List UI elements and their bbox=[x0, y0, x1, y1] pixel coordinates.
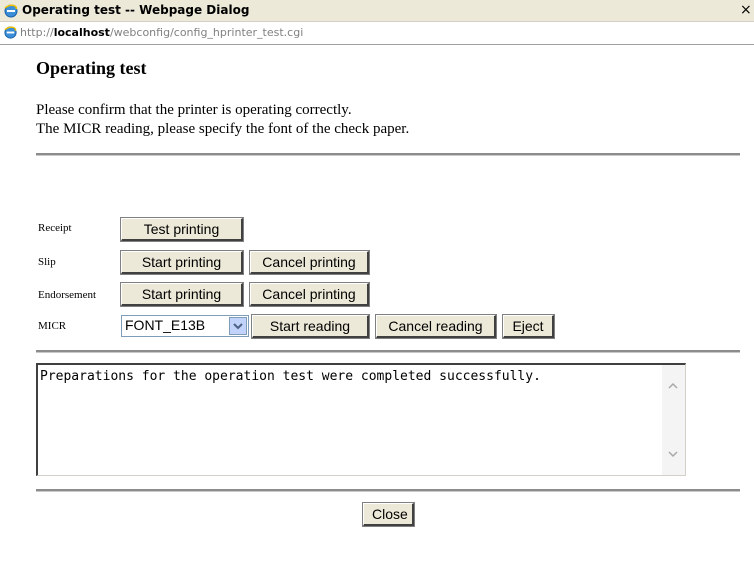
micr-start-reading-button[interactable]: Start reading bbox=[251, 314, 370, 339]
close-window-button[interactable]: × bbox=[740, 1, 754, 19]
ie-icon bbox=[4, 4, 18, 18]
window-titlebar: Operating test -- Webpage Dialog × bbox=[0, 0, 754, 22]
receipt-test-printing-button[interactable]: Test printing bbox=[120, 217, 244, 242]
chevron-down-icon[interactable] bbox=[666, 447, 680, 461]
micr-cancel-reading-button[interactable]: Cancel reading bbox=[375, 314, 497, 339]
endorsement-start-printing-button[interactable]: Start printing bbox=[120, 282, 244, 307]
endorsement-label: Endorsement bbox=[38, 289, 97, 301]
chevron-down-icon[interactable] bbox=[229, 317, 247, 335]
url-prefix: http:// bbox=[20, 26, 54, 39]
divider bbox=[36, 153, 740, 156]
micr-eject-button[interactable]: Eject bbox=[502, 314, 555, 339]
slip-start-printing-button[interactable]: Start printing bbox=[120, 250, 244, 275]
micr-font-value: FONT_E13B bbox=[125, 317, 206, 333]
address-url: http://localhost/webconfig/config_hprint… bbox=[20, 26, 303, 39]
address-bar: http://localhost/webconfig/config_hprint… bbox=[0, 22, 754, 45]
url-host: localhost bbox=[53, 26, 110, 39]
description-line-2: The MICR reading, please specify the fon… bbox=[36, 121, 410, 137]
close-button[interactable]: Close bbox=[362, 502, 415, 527]
divider bbox=[36, 489, 740, 492]
chevron-down-icon bbox=[233, 323, 243, 330]
description-line-1: Please confirm that the printer is opera… bbox=[36, 102, 352, 118]
result-textarea[interactable]: Preparations for the operation test were… bbox=[36, 363, 686, 476]
micr-font-select[interactable]: FONT_E13B bbox=[121, 315, 249, 337]
divider bbox=[36, 350, 740, 353]
endorsement-cancel-printing-button[interactable]: Cancel printing bbox=[249, 282, 370, 307]
slip-label: Slip bbox=[38, 256, 56, 268]
result-message: Preparations for the operation test were… bbox=[40, 369, 541, 384]
micr-label: MICR bbox=[38, 320, 67, 332]
receipt-label: Receipt bbox=[38, 222, 72, 234]
window-title: Operating test -- Webpage Dialog bbox=[22, 3, 250, 17]
page-title: Operating test bbox=[36, 58, 147, 78]
chevron-up-icon[interactable] bbox=[666, 379, 680, 393]
result-scrollbar[interactable] bbox=[662, 365, 685, 475]
ie-icon bbox=[4, 26, 17, 39]
slip-cancel-printing-button[interactable]: Cancel printing bbox=[249, 250, 370, 275]
url-path: /webconfig/config_hprinter_test.cgi bbox=[109, 26, 304, 39]
